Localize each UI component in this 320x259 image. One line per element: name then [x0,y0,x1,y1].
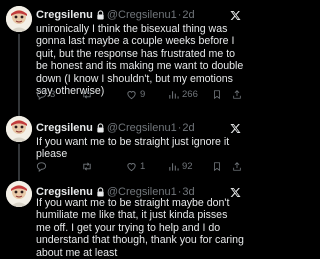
lock-icon [97,187,104,197]
like-count: 9 [140,88,146,100]
avatar[interactable] [6,6,32,32]
display-name[interactable]: Cregsilenu [36,121,93,135]
avatar[interactable] [6,181,32,207]
handle[interactable]: @Cregsilenu1 [107,121,177,135]
heart-icon [127,90,136,99]
bookmark-icon [214,89,220,99]
share-icon [233,161,241,171]
reply-button[interactable] [36,161,50,172]
like-count: 1 [140,160,146,172]
like-button[interactable]: 1 [126,161,145,172]
reply-button[interactable]: 3 [36,89,55,100]
display-name[interactable]: Cregsilenu [36,8,93,22]
view-count: 92 [182,160,193,172]
view-count: 266 [182,88,198,100]
views-icon [169,162,179,171]
lock-icon [97,10,104,20]
tweet-text: unironically I think the bisexual thing … [36,23,244,98]
retweet-button[interactable] [81,89,96,100]
timestamp[interactable]: 2d [182,121,194,135]
tweet-2[interactable]: Cregsilenu @Cregsilenu1 · 2d If you want… [0,112,247,176]
share-icon [233,89,241,99]
retweet-icon [83,162,91,170]
separator: · [177,9,182,21]
thread-line [18,34,20,112]
retweet-button[interactable] [81,161,96,172]
share-button[interactable] [232,89,242,100]
views-button[interactable]: 92 [168,161,193,172]
views-icon [169,90,179,99]
bookmark-button[interactable] [212,89,222,100]
bookmark-button[interactable] [212,161,222,172]
handle[interactable]: @Cregsilenu1 [107,8,177,22]
like-button[interactable]: 9 [126,89,145,100]
share-button[interactable] [232,161,242,172]
x-logo-icon [230,124,241,133]
timestamp[interactable]: 2d [182,8,194,22]
retweet-icon [83,90,91,98]
lock-icon [97,123,104,133]
heart-icon [127,162,136,171]
tweet-text: If you want me to be straight just ignor… [36,136,230,161]
x-logo-icon [230,11,241,20]
tweet-actions: 1 92 [36,160,241,172]
tweet-1[interactable]: Cregsilenu @Cregsilenu1 · 2d unironicall… [0,0,247,112]
reply-icon [36,89,47,100]
avatar[interactable] [6,116,32,142]
tweet-actions: 3 9 266 [36,88,241,100]
tweet-header: Cregsilenu @Cregsilenu1 · 2d [36,121,195,135]
tweet-text: If you want me to be straight maybe don'… [36,197,244,259]
tweet-3[interactable]: Cregsilenu @Cregsilenu1 · 3d If you want… [0,176,247,259]
tweet-header: Cregsilenu @Cregsilenu1 · 2d [36,8,195,22]
reply-count: 3 [50,88,56,100]
separator: · [177,122,182,134]
bookmark-icon [214,161,220,171]
thread-line [18,144,20,176]
views-button[interactable]: 266 [168,89,198,100]
reply-icon [36,161,47,172]
